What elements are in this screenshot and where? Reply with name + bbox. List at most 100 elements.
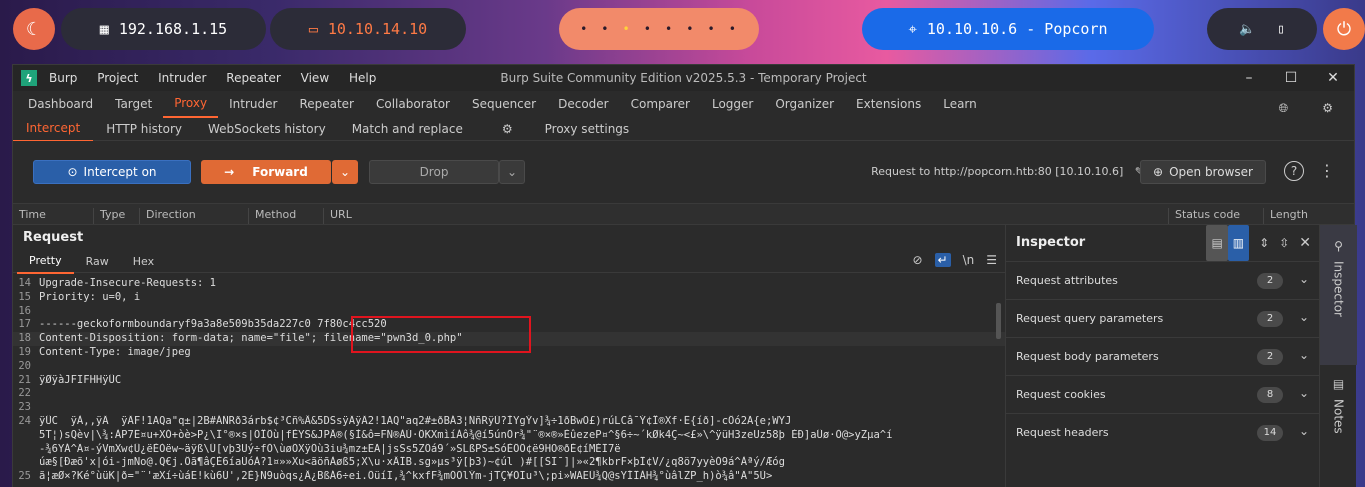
code-line: 5T¦)sQèv|\¾:ÀP7Ë¤u+XÓ+òè>P¿\Ï°®×s|ÕÎÔù|f… bbox=[13, 429, 1005, 443]
layout-list-icon[interactable]: ▤ bbox=[1206, 225, 1228, 261]
expand-icon[interactable]: ⇕ bbox=[1259, 225, 1269, 261]
tab-target[interactable]: Target bbox=[104, 91, 163, 117]
menu-icon[interactable]: ☰ bbox=[986, 253, 997, 267]
count-badge: 2 bbox=[1257, 349, 1283, 365]
inspector-row[interactable]: Request attributes 2 ⌄ bbox=[1006, 261, 1319, 299]
drop-button[interactable]: Drop bbox=[369, 160, 499, 184]
menu-help[interactable]: Help bbox=[349, 71, 376, 85]
intercept-toggle-button[interactable]: ⊙ Intercept on bbox=[33, 160, 191, 184]
subtab-match-replace[interactable]: Match and replace bbox=[339, 117, 476, 141]
globe-icon[interactable]: 🌐︎ bbox=[1268, 95, 1300, 121]
power-button[interactable]: ⏻ bbox=[1323, 8, 1365, 50]
workspace-dot[interactable]: • bbox=[729, 22, 750, 36]
subtab-proxy-settings[interactable]: ⚙ Proxy settings bbox=[476, 117, 655, 141]
inspector-row-label: Request headers bbox=[1016, 426, 1109, 439]
chevron-down-icon: ⌄ bbox=[339, 165, 351, 179]
line-number: 19 bbox=[18, 345, 31, 358]
forward-dropdown-button[interactable]: ⌄ bbox=[332, 160, 358, 184]
vpn-ip-text: 10.10.14.10 bbox=[327, 20, 428, 38]
tab-proxy[interactable]: Proxy bbox=[163, 90, 219, 118]
more-options-icon[interactable]: ⋮ bbox=[1319, 161, 1335, 180]
maximize-button[interactable]: ☐ bbox=[1270, 65, 1312, 91]
help-icon[interactable]: ? bbox=[1284, 161, 1304, 181]
menu-project[interactable]: Project bbox=[97, 71, 138, 85]
tab-extensions[interactable]: Extensions bbox=[845, 91, 932, 117]
open-browser-label: Open browser bbox=[1169, 165, 1253, 179]
menu-bar: Burp Project Intruder Repeater View Help bbox=[49, 71, 392, 85]
tab-raw[interactable]: Raw bbox=[74, 251, 121, 273]
open-browser-button[interactable]: ⊕ Open browser bbox=[1140, 160, 1266, 184]
inspector-row[interactable]: Request headers 14 ⌄ bbox=[1006, 413, 1319, 451]
chevron-down-icon: ⌄ bbox=[1298, 386, 1309, 400]
crosshair-icon: ⌖ bbox=[908, 20, 917, 38]
tab-sequencer[interactable]: Sequencer bbox=[461, 91, 547, 117]
column-direction[interactable]: Direction bbox=[139, 208, 196, 224]
tab-pretty[interactable]: Pretty bbox=[17, 250, 74, 274]
line-number: 23 bbox=[18, 401, 31, 414]
close-button[interactable]: ✕ bbox=[1312, 65, 1354, 91]
workspace-dot[interactable]: • bbox=[623, 22, 644, 36]
workspace-dot[interactable]: • bbox=[686, 22, 707, 36]
column-method[interactable]: Method bbox=[248, 208, 296, 224]
workspace-dot[interactable]: • bbox=[665, 22, 686, 36]
volume-icon[interactable]: 🔈 bbox=[1239, 22, 1255, 37]
tab-dashboard[interactable]: Dashboard bbox=[17, 91, 104, 117]
subtab-http-history[interactable]: HTTP history bbox=[93, 117, 195, 141]
hide-icon[interactable]: ⊘ bbox=[912, 253, 922, 267]
tab-hex[interactable]: Hex bbox=[121, 251, 166, 273]
tab-collaborator[interactable]: Collaborator bbox=[365, 91, 461, 117]
column-type[interactable]: Type bbox=[93, 208, 125, 224]
tab-logger[interactable]: Logger bbox=[701, 91, 764, 117]
count-badge: 14 bbox=[1257, 425, 1283, 441]
menu-view[interactable]: View bbox=[301, 71, 329, 85]
workspace-dot[interactable]: • bbox=[580, 22, 601, 36]
workspace-dot[interactable]: • bbox=[707, 22, 728, 36]
vpn-ip-pill[interactable]: ▭ 10.10.14.10 bbox=[270, 8, 466, 50]
menu-intruder[interactable]: Intruder bbox=[158, 71, 206, 85]
tab-intruder[interactable]: Intruder bbox=[218, 91, 288, 117]
local-ip-pill[interactable]: ▦ 192.168.1.15 bbox=[61, 8, 266, 50]
code-line: 23 bbox=[13, 401, 1005, 415]
line-number: 16 bbox=[18, 304, 31, 317]
target-pill[interactable]: ⌖ 10.10.10.6 - Popcorn bbox=[862, 8, 1154, 50]
editor-scrollbar[interactable] bbox=[996, 303, 1001, 339]
inspector-row[interactable]: Request query parameters 2 ⌄ bbox=[1006, 299, 1319, 337]
line-number: 17 bbox=[18, 318, 31, 331]
workspace-dot[interactable]: • bbox=[644, 22, 665, 36]
drop-dropdown-button[interactable]: ⌄ bbox=[499, 160, 525, 184]
subtab-intercept[interactable]: Intercept bbox=[13, 116, 94, 142]
gear-icon[interactable]: ⚙ bbox=[1311, 95, 1344, 121]
tab-organizer[interactable]: Organizer bbox=[764, 91, 845, 117]
tab-decoder[interactable]: Decoder bbox=[547, 91, 620, 117]
request-editor[interactable]: 14 Upgrade-Insecure-Requests: 1 15 Priorit… bbox=[13, 273, 1005, 484]
side-tab-notes[interactable]: ▤ Notes bbox=[1320, 369, 1357, 469]
minimize-button[interactable]: – bbox=[1228, 65, 1270, 91]
inspector-row[interactable]: Request cookies 8 ⌄ bbox=[1006, 375, 1319, 413]
column-time[interactable]: Time bbox=[13, 208, 46, 224]
wrap-lines-icon[interactable]: ↵ bbox=[934, 253, 951, 267]
side-tab-inspector[interactable]: ⚲ Inspector bbox=[1320, 225, 1357, 365]
menu-repeater[interactable]: Repeater bbox=[226, 71, 281, 85]
tab-learn[interactable]: Learn bbox=[932, 91, 988, 117]
side-tabs: ⚲ Inspector ▤ Notes bbox=[1319, 225, 1357, 487]
collapse-icon[interactable]: ⇳ bbox=[1279, 225, 1289, 261]
close-icon[interactable]: ✕ bbox=[1299, 225, 1311, 261]
line-text: úæ§[Ðæõ'x|ói-jmNo@.Q€j.Ôã¶âÇÈ6íaÙóÀ?1¤»»… bbox=[39, 456, 785, 469]
workspace-switcher[interactable]: • • • • • • • • bbox=[559, 8, 759, 50]
column-url[interactable]: URL bbox=[323, 208, 352, 224]
column-status-code[interactable]: Status code bbox=[1168, 208, 1240, 224]
forward-button[interactable]: → Forward bbox=[201, 160, 331, 184]
column-length[interactable]: Length bbox=[1263, 208, 1308, 224]
kali-menu-button[interactable]: ☾ bbox=[13, 8, 55, 50]
tab-comparer[interactable]: Comparer bbox=[620, 91, 701, 117]
battery-icon[interactable]: ▯ bbox=[1277, 22, 1285, 37]
tab-repeater[interactable]: Repeater bbox=[288, 91, 365, 117]
burp-logo-icon: ϟ bbox=[21, 70, 37, 86]
inspector-row[interactable]: Request body parameters 2 ⌄ bbox=[1006, 337, 1319, 375]
workspace-dot[interactable]: • bbox=[601, 22, 622, 36]
newline-toggle[interactable]: \n bbox=[963, 253, 975, 267]
subtab-websockets-history[interactable]: WebSockets history bbox=[195, 117, 339, 141]
code-line: 25 ã¦æØ×?Ké°ùüK|ð="¨'æXí÷ùáE!kù6Ú',2È}N9u… bbox=[13, 470, 1005, 484]
menu-burp[interactable]: Burp bbox=[49, 71, 77, 85]
layout-split-icon[interactable]: ▥ bbox=[1227, 225, 1250, 261]
